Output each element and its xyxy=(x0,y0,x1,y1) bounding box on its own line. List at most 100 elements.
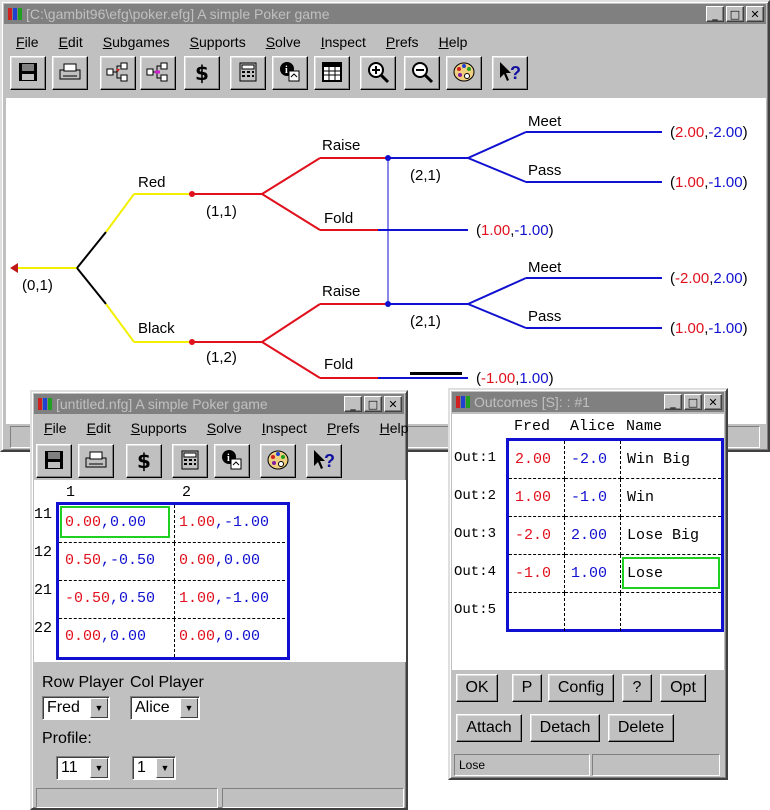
outcome-cell-fred[interactable]: -2.0 xyxy=(509,517,565,555)
save-button[interactable] xyxy=(36,444,72,478)
profile-col-select[interactable]: 1 ▼ xyxy=(132,756,176,780)
outcomes-config-button[interactable]: Config xyxy=(548,674,614,702)
nfg-menu-edit[interactable]: Edit xyxy=(77,420,121,436)
profile-row-select[interactable]: 11 ▼ xyxy=(56,756,110,780)
outcome-cell-name[interactable]: Win Big xyxy=(621,441,721,479)
zoom-in-button[interactable] xyxy=(360,56,396,90)
dollar-button[interactable]: $ xyxy=(126,444,162,478)
nfg-cell[interactable]: 1.00,-1.00 xyxy=(173,581,285,619)
nfg-cell[interactable]: 0.00,0.00 xyxy=(59,505,175,543)
main-menu-help[interactable]: Help xyxy=(429,34,478,50)
calculator-button[interactable] xyxy=(172,444,208,478)
help-pointer-button[interactable]: ? xyxy=(306,444,342,478)
row-player-select[interactable]: Fred ▼ xyxy=(42,696,110,720)
main-menu-file[interactable]: File xyxy=(6,34,49,50)
minimize-button[interactable]: _ xyxy=(706,6,724,22)
outcomes-window: Outcomes [S]: : #1 _ □ ✕ Fred Alice Name… xyxy=(448,388,728,780)
chance-label-black: Black xyxy=(138,320,175,337)
grid-button[interactable] xyxy=(314,56,350,90)
outcomes-ok-button[interactable]: OK xyxy=(456,674,498,702)
minimize-button[interactable]: _ xyxy=(664,394,682,410)
minimize-button[interactable]: _ xyxy=(344,396,362,412)
calculator-button[interactable] xyxy=(230,56,266,90)
main-menu-edit[interactable]: Edit xyxy=(49,34,93,50)
info-button[interactable]: i xyxy=(214,444,250,478)
main-menu-prefs[interactable]: Prefs xyxy=(376,34,429,50)
main-menu-inspect[interactable]: Inspect xyxy=(311,34,376,50)
nfg-menu-file[interactable]: File xyxy=(34,420,77,436)
outcomes-title-bar[interactable]: Outcomes [S]: : #1 _ □ ✕ xyxy=(452,392,724,412)
help-pointer-button[interactable]: ? xyxy=(492,56,528,90)
outcomes-p-button[interactable]: P xyxy=(512,674,542,702)
nfg-matrix: 0.00,0.00 1.00,-1.00 0.50,-0.50 0.00,0.00 -0… xyxy=(56,502,290,660)
outcome-cell-alice[interactable]: 2.00 xyxy=(565,517,621,555)
outcome-cell-name[interactable]: Lose xyxy=(621,555,721,593)
outcome-cell-name[interactable]: Win xyxy=(621,479,721,517)
root-label: (0,1) xyxy=(22,277,53,294)
col-payoff: -1.00 xyxy=(224,590,270,607)
outcome-cell-alice[interactable] xyxy=(565,593,621,631)
nfg-cell[interactable]: 0.00,0.00 xyxy=(173,543,285,581)
zoom-out-button[interactable] xyxy=(404,56,440,90)
outcomes-delete-button[interactable]: Delete xyxy=(608,714,674,742)
nfg-menu-prefs[interactable]: Prefs xyxy=(317,420,370,436)
maximize-button[interactable]: □ xyxy=(684,394,702,410)
outcome-cell-fred[interactable]: 2.00 xyxy=(509,441,565,479)
add-node-button[interactable] xyxy=(100,56,136,90)
help-pointer-icon: ? xyxy=(497,60,523,87)
delete-node-button[interactable] xyxy=(140,56,176,90)
dollar-icon: $ xyxy=(195,61,209,85)
outcomes-title: Outcomes [S]: : #1 xyxy=(474,394,590,410)
outcome-cell-fred[interactable]: 1.00 xyxy=(509,479,565,517)
close-button[interactable]: ✕ xyxy=(384,396,402,412)
row-payoff: -0.50 xyxy=(65,590,111,607)
nfg-cell[interactable]: 0.00,0.00 xyxy=(173,619,285,657)
close-button[interactable]: ✕ xyxy=(704,394,722,410)
print-button[interactable] xyxy=(52,56,88,90)
col-player-select[interactable]: Alice ▼ xyxy=(130,696,200,720)
col-player-label: Col Player xyxy=(130,674,204,691)
nfg-menu-supports[interactable]: Supports xyxy=(121,420,197,436)
main-menu-supports[interactable]: Supports xyxy=(180,34,256,50)
svg-text:i: i xyxy=(227,453,230,464)
col-payoff: 0.00 xyxy=(224,628,261,645)
nfg-cell[interactable]: 0.00,0.00 xyxy=(59,619,175,657)
nfg-menu-help[interactable]: Help xyxy=(370,420,419,436)
col-header-2: 2 xyxy=(182,484,192,501)
outcome-cell-fred[interactable] xyxy=(509,593,565,631)
nfg-title-bar[interactable]: [untitled.nfg] A simple Poker game _ □ ✕ xyxy=(34,394,404,414)
outcome-cell-name[interactable]: Lose Big xyxy=(621,517,721,555)
outcome-cell-fred[interactable]: -1.0 xyxy=(509,555,565,593)
outcome-cell-alice[interactable]: -2.0 xyxy=(565,441,621,479)
maximize-button[interactable]: □ xyxy=(726,6,744,22)
outcomes-help-button[interactable]: ? xyxy=(622,674,652,702)
palette-button[interactable] xyxy=(260,444,296,478)
outcomes-detach-button[interactable]: Detach xyxy=(530,714,600,742)
print-button[interactable] xyxy=(78,444,114,478)
maximize-button[interactable]: □ xyxy=(364,396,382,412)
grid-icon xyxy=(321,61,343,86)
payoff-6: (-1.00,1.00) xyxy=(476,370,554,387)
dollar-button[interactable]: $ xyxy=(184,56,220,90)
close-button[interactable]: ✕ xyxy=(746,6,764,22)
nfg-cell[interactable]: 0.50,-0.50 xyxy=(59,543,175,581)
game-tree: (0,1) Red Black (1,1) (1,2) Raise Fold R… xyxy=(10,113,748,387)
nfg-cell[interactable]: -0.50,0.50 xyxy=(59,581,175,619)
main-title-bar[interactable]: [C:\gambit96\efg\poker.efg] A simple Pok… xyxy=(4,4,766,24)
outcomes-opt-button[interactable]: Opt xyxy=(660,674,706,702)
tree-canvas[interactable]: (0,1) Red Black (1,1) (1,2) Raise Fold R… xyxy=(6,98,766,424)
node-label-2-1-bottom: (2,1) xyxy=(410,313,441,330)
main-menu-solve[interactable]: Solve xyxy=(256,34,311,50)
outcome-value: 1.00 xyxy=(515,489,552,506)
nfg-menu-solve[interactable]: Solve xyxy=(197,420,252,436)
main-menu-subgames[interactable]: Subgames xyxy=(93,34,180,50)
outcome-cell-alice[interactable]: 1.00 xyxy=(565,555,621,593)
save-button[interactable] xyxy=(10,56,46,90)
nfg-menu-inspect[interactable]: Inspect xyxy=(252,420,317,436)
info-button[interactable]: i xyxy=(272,56,308,90)
palette-button[interactable] xyxy=(446,56,482,90)
outcome-cell-alice[interactable]: -1.0 xyxy=(565,479,621,517)
nfg-cell[interactable]: 1.00,-1.00 xyxy=(173,505,285,543)
outcome-cell-name[interactable] xyxy=(621,593,721,631)
outcomes-attach-button[interactable]: Attach xyxy=(456,714,522,742)
